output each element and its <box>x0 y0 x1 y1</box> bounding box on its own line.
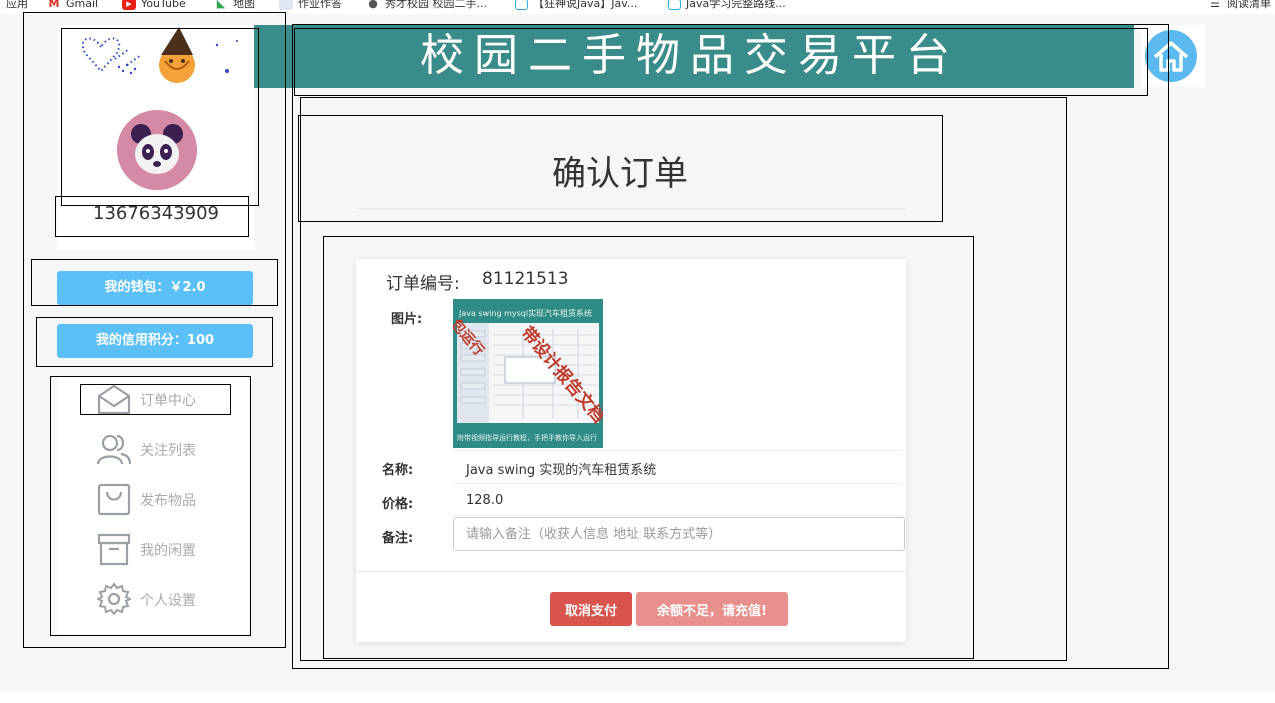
bookmark-label: YouTube <box>141 0 186 10</box>
youtube-icon: ▶ <box>122 0 136 10</box>
gmail-icon: M <box>48 0 60 10</box>
shopping-bag-icon <box>97 483 131 516</box>
wallet-button[interactable]: 我的钱包：￥2.0 <box>57 271 253 305</box>
bookmark-label: 【狂神说Java】Jav... <box>533 0 638 10</box>
order-number-label: 订单编号: <box>386 274 460 294</box>
site-title: 校园二手物品交易平台 <box>420 30 960 81</box>
product-name: Java swing 实现的汽车租赁系统 <box>466 463 657 478</box>
order-number: 81121513 <box>482 269 569 289</box>
gear-icon <box>97 582 131 616</box>
sidebar-item-label: 个人设置 <box>140 593 196 609</box>
home-icon <box>1153 41 1189 72</box>
row-divider <box>452 515 902 516</box>
bookmark-youtube[interactable]: ▶ YouTube <box>122 0 186 11</box>
bookmark-label: 应用 <box>6 0 28 10</box>
sidebar-item-label: 订单中心 <box>140 393 196 409</box>
archive-box-icon <box>97 533 131 566</box>
folder-icon <box>279 0 293 10</box>
bookmark-apps[interactable]: 应用 <box>6 0 28 11</box>
credit-score-button[interactable]: 我的信用积分：100 <box>57 324 253 358</box>
globe-icon: ● <box>368 0 378 10</box>
reading-list-icon: ☰ <box>1210 0 1220 10</box>
bookmark-campus[interactable]: ● 秀才校园 校园二手... <box>366 0 487 11</box>
maps-icon: ◣ <box>216 0 226 10</box>
bookmark-label: Gmail <box>66 0 99 10</box>
bookmark-label: 阅读清单 <box>1227 0 1271 10</box>
thumb-caption-bottom: 附带视频指导运行教程，手把手教你导入运行 <box>457 434 597 442</box>
bookmark-label: 地图 <box>233 0 255 10</box>
avatar[interactable] <box>117 110 197 190</box>
title-divider <box>356 208 906 209</box>
home-button[interactable] <box>1145 30 1197 82</box>
bilibili-icon <box>668 0 681 10</box>
product-price: 128.0 <box>466 493 504 508</box>
bookmark-kuangshen[interactable]: 【狂神说Java】Jav... <box>515 0 637 11</box>
sidebar-item-publish[interactable]: 发布物品 <box>97 480 247 518</box>
bookmarks-bar: 应用 M Gmail ▶ YouTube ◣ 地图 作业作答 ● 秀才校园 校园二手..… <box>0 0 1275 14</box>
row-divider <box>452 483 902 484</box>
bookmark-label: Java学习完整路线... <box>686 0 786 10</box>
bilibili-icon <box>515 0 528 10</box>
thumb-caption-top: Java swing mysql实现汽车租赁系统 <box>459 309 593 318</box>
bookmark-gmail[interactable]: M Gmail <box>47 0 99 11</box>
name-label: 名称: <box>382 463 414 478</box>
note-label: 备注: <box>382 531 414 546</box>
envelope-open-icon <box>97 384 131 415</box>
sidebar-item-label: 我的闲置 <box>140 543 196 559</box>
page-footer-strip <box>0 691 1275 703</box>
sidebar-item-label: 关注列表 <box>140 443 196 459</box>
note-input[interactable] <box>453 517 905 551</box>
bookmark-reading-list[interactable]: ☰ 阅读清单 <box>1208 0 1271 11</box>
cancel-payment-button[interactable]: 取消支付 <box>550 592 632 626</box>
bookmark-label: 作业作答 <box>298 0 342 10</box>
bookmark-label: 秀才校园 校园二手... <box>385 0 487 10</box>
users-icon <box>97 434 131 465</box>
bookmark-homework[interactable]: 作业作答 <box>279 0 342 11</box>
sidebar-item-orders[interactable]: 订单中心 <box>97 380 247 418</box>
site-logo <box>57 25 255 90</box>
user-phone: 13676343909 <box>93 203 219 224</box>
page-title: 确认订单 <box>552 154 688 194</box>
sidebar-item-settings[interactable]: 个人设置 <box>97 580 247 618</box>
price-label: 价格: <box>382 497 414 512</box>
product-image[interactable]: Java swing mysql实现汽车租赁系统 带设计报告文档 包运行 附带视… <box>453 299 603 448</box>
recharge-button[interactable]: 余额不足，请充值! <box>636 592 788 626</box>
bookmark-java-route[interactable]: Java学习完整路线... <box>668 0 786 11</box>
bookmark-maps[interactable]: ◣ 地图 <box>214 0 255 11</box>
sidebar-item-following[interactable]: 关注列表 <box>97 430 247 468</box>
image-label: 图片: <box>391 312 423 327</box>
sidebar-item-idle-items[interactable]: 我的闲置 <box>97 530 247 568</box>
row-divider <box>452 450 902 451</box>
card-divider <box>356 571 906 572</box>
sidebar-item-label: 发布物品 <box>140 493 196 509</box>
